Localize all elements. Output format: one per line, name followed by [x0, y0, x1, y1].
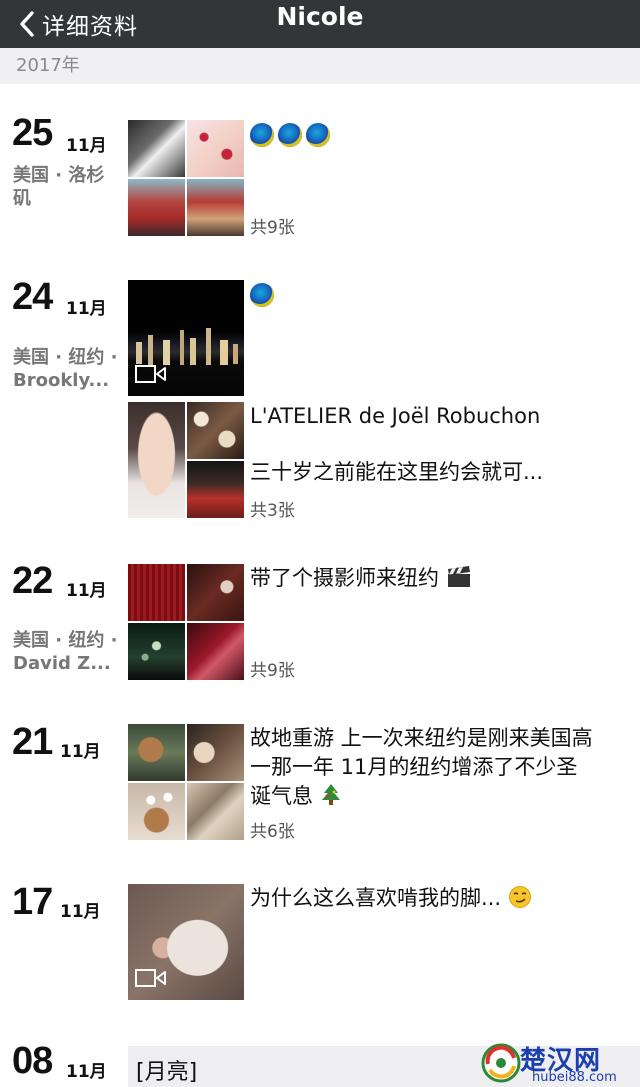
video-icon: [135, 968, 167, 992]
post-text-title: L'ATELIER de Joël Robuchon: [250, 404, 541, 428]
post-text: 为什么这么喜欢啃我的脚...: [250, 884, 532, 913]
post-text: [月亮]: [136, 1060, 198, 1085]
post-month: 11月: [66, 581, 107, 601]
photo-count: 共9张: [250, 661, 295, 681]
photo-count: 共3张: [250, 501, 295, 521]
photo-thumbnail[interactable]: [128, 179, 185, 236]
photo-thumbnail[interactable]: [187, 783, 244, 840]
post-text: 故地重游 上一次来纽约是刚来美国高一那一年 11月的纽约增添了不少圣诞气息: [250, 726, 593, 808]
photo-count: 共9张: [250, 218, 295, 238]
photo-thumbnail[interactable]: [128, 402, 185, 518]
post-month: 11月: [66, 1062, 107, 1082]
earth-emoji-icon: [250, 283, 274, 307]
photo-thumbnail[interactable]: [128, 724, 185, 781]
year-header: 2017年: [0, 48, 640, 84]
photo-thumbnail[interactable]: [128, 623, 185, 680]
christmas-tree-icon: [321, 784, 340, 805]
photo-grid[interactable]: [128, 402, 244, 518]
photo-thumbnail[interactable]: [128, 120, 185, 177]
nav-bar: 详细资料 Nicole: [0, 0, 640, 48]
post-month: 11月: [66, 136, 107, 156]
photo-count: 共6张: [250, 822, 295, 842]
post-text: 带了个摄影师来纽约: [250, 564, 472, 593]
post-month: 11月: [60, 742, 101, 762]
post-day: 22: [12, 560, 53, 602]
photo-grid[interactable]: [128, 120, 244, 236]
page-title: Nicole: [276, 2, 364, 31]
photo-thumbnail[interactable]: [128, 783, 185, 840]
post-day: 24: [12, 276, 53, 318]
post-day: 17: [12, 881, 53, 923]
post-location: 美国 · 纽约 · David Z...: [13, 630, 118, 674]
site-watermark: 楚汉网 hubei88.com: [480, 1040, 640, 1087]
earth-emoji-icon: [250, 123, 274, 147]
photo-grid[interactable]: [128, 724, 244, 840]
clapper-board-icon: [447, 566, 470, 587]
earth-emoji-icon: [306, 123, 330, 147]
photo-thumbnail[interactable]: [187, 564, 244, 621]
post-month: 11月: [60, 902, 101, 922]
video-thumbnail[interactable]: [128, 884, 244, 1000]
post-day: 21: [12, 721, 53, 763]
photo-grid[interactable]: [128, 564, 244, 680]
post-emojis: [250, 280, 278, 309]
video-thumbnail[interactable]: [128, 280, 244, 396]
earth-emoji-icon: [278, 123, 302, 147]
photo-thumbnail[interactable]: [187, 724, 244, 781]
photo-thumbnail[interactable]: [187, 623, 244, 680]
post-month: 11月: [66, 299, 107, 319]
photo-thumbnail[interactable]: [187, 120, 244, 177]
post-location: 美国 · 洛杉矶: [13, 165, 105, 209]
photo-thumbnail[interactable]: [128, 564, 185, 621]
post-day: 08: [12, 1040, 53, 1082]
video-icon: [135, 364, 167, 388]
photo-thumbnail[interactable]: [187, 402, 244, 459]
watermark-logo-icon: [481, 1043, 521, 1083]
post-text: 三十岁之前能在这里约会就可...: [250, 460, 544, 484]
photo-thumbnail[interactable]: [187, 179, 244, 236]
watermark-url: hubei88.com: [532, 1070, 617, 1085]
post-emojis: [250, 120, 334, 149]
photo-thumbnail[interactable]: [187, 461, 244, 518]
smirk-face-icon: [508, 886, 531, 908]
post-location: 美国 · 纽约 · Brookly...: [13, 347, 118, 391]
post-day: 25: [12, 112, 53, 154]
